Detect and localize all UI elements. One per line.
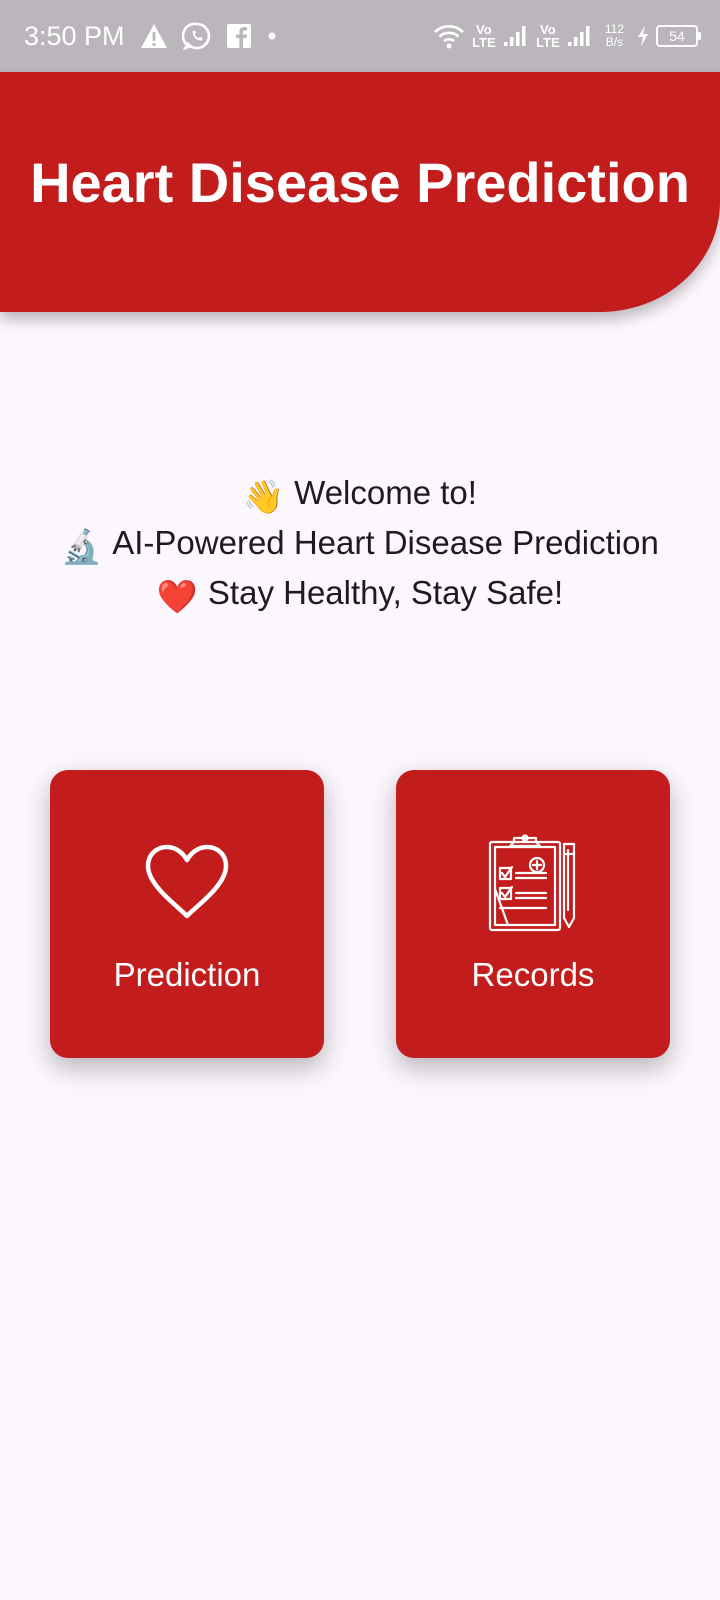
welcome-line-2-text: AI-Powered Heart Disease Prediction (112, 524, 659, 561)
app-header: Heart Disease Prediction (0, 72, 720, 312)
red-heart-icon: ❤️ (156, 578, 198, 615)
welcome-line-1-text: Welcome to! (294, 474, 477, 511)
microscope-icon: 🔬 (61, 528, 103, 565)
charging-icon (636, 25, 650, 47)
waving-hand-icon: 👋 (243, 478, 285, 515)
welcome-message: 👋 Welcome to! 🔬 AI-Powered Heart Disease P… (0, 470, 720, 620)
status-system-icons: Vo LTE Vo LTE 112 B/s 54 (427, 18, 701, 54)
dot-icon (266, 30, 278, 42)
welcome-line-2: 🔬 AI-Powered Heart Disease Prediction (0, 520, 720, 570)
welcome-line-1: 👋 Welcome to! (0, 470, 720, 520)
volte-badge-2: Vo LTE (536, 22, 560, 50)
alert-icon (140, 23, 168, 49)
status-notification-icons (140, 20, 292, 52)
network-speed: 112 B/s (605, 23, 624, 49)
heart-outline-icon (50, 844, 324, 920)
records-button[interactable]: Records (396, 770, 670, 1058)
wifi-icon (433, 23, 465, 49)
whatsapp-icon (182, 21, 212, 51)
signal-icon-1 (503, 25, 529, 47)
signal-icon-2 (567, 25, 593, 47)
facebook-icon (226, 23, 252, 49)
welcome-line-3-text: Stay Healthy, Stay Safe! (207, 574, 564, 611)
volte-badge-1: Vo LTE (472, 22, 496, 50)
battery-level: 54 (669, 28, 685, 44)
prediction-button[interactable]: Prediction (50, 770, 324, 1058)
page-title: Heart Disease Prediction (30, 150, 690, 214)
network-speed-unit: B/s (605, 35, 624, 49)
clipboard-records-icon (396, 834, 670, 932)
welcome-line-3: ❤️ Stay Healthy, Stay Safe! (0, 570, 720, 620)
battery-icon: 54 (656, 25, 701, 47)
records-label: Records (471, 956, 595, 993)
prediction-label: Prediction (113, 956, 261, 993)
status-time: 3:50 PM (24, 21, 125, 51)
